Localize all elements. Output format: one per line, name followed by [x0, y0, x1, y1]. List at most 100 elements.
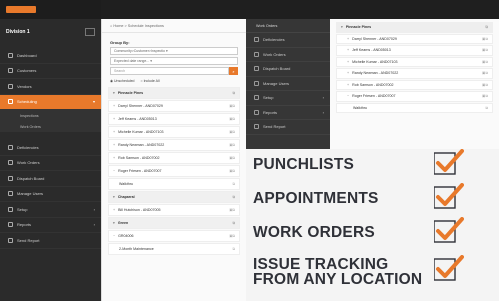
sidebar-item-scheduling[interactable]: Scheduling ▾ — [0, 94, 101, 110]
overlay-item-dispatch-board[interactable]: Dispatch Board — [246, 62, 330, 77]
vendors-icon — [8, 83, 13, 89]
radio-unscheduled[interactable]: ◉ Unscheduled — [110, 79, 134, 83]
tree-label: Bill Hutchison - AND07005 — [118, 208, 161, 212]
schedule-panel: ⌂ Home > Schedule Inspections Group By: … — [101, 19, 246, 301]
tree-row[interactable]: + Michelle Kumar - AND07103 ▣⧉ — [108, 126, 240, 138]
tree-row[interactable]: − Roger Friesen - AND07007 ▣⧉ — [336, 91, 493, 102]
tree-row[interactable]: + Rob Samson - AND07002 ▣⧉ — [108, 152, 240, 164]
open-icon[interactable]: ⧉ — [233, 221, 236, 225]
division-selector[interactable]: Division 1 — [0, 24, 101, 40]
tree-group[interactable]: ▾ Pinnacle Pines ⧉ — [108, 87, 240, 99]
row-actions-icon[interactable]: ▣⧉ — [229, 234, 235, 238]
expand-icon: + — [113, 156, 116, 160]
sidebar-subitem-inspections[interactable]: Inspections — [0, 110, 101, 121]
search-button[interactable]: ⌕ — [229, 67, 238, 75]
division-toggle-icon[interactable] — [85, 28, 95, 36]
sidebar-item-send-report[interactable]: Send Report — [0, 233, 101, 249]
expand-icon: + — [347, 59, 350, 64]
tree-subrow[interactable]: Walkthru ⧉ — [108, 178, 240, 190]
tree-row[interactable]: + Darryl Shenner - AND07029 ▣⧉ — [108, 100, 240, 112]
feature-item: WORK ORDERS — [253, 225, 375, 241]
row-actions-icon[interactable]: ▣⧉ — [482, 60, 488, 64]
collapse-icon: ▾ — [113, 195, 115, 199]
tree-label: GR04006 — [118, 234, 134, 238]
search-input[interactable]: Search — [110, 67, 229, 75]
checkmark-icon — [434, 217, 464, 243]
tree-row[interactable]: + Darryl Shenner - AND07029 ▣⧉ — [336, 33, 493, 44]
group-by-select[interactable]: Community>Customer>Inspectio ▾ — [110, 47, 238, 55]
overlay-item-manage-users[interactable]: Manage Users — [246, 77, 330, 91]
tree-row[interactable]: + Bill Hutchison - AND07005 ▣⧉ — [108, 204, 240, 216]
sidebar-item-work-orders[interactable]: Work Orders — [0, 156, 101, 171]
users-icon — [254, 80, 259, 86]
tree-group[interactable]: ▾ Chaparral ⧉ — [108, 191, 240, 203]
feature-list: PUNCHLISTS APPOINTMENTS WORK ORDERS ISSU… — [246, 149, 499, 301]
breadcrumb[interactable]: ⌂ Home > Schedule Inspections — [102, 19, 246, 33]
collapse-icon: ▾ — [341, 25, 343, 30]
brand-bar — [0, 0, 101, 19]
dashboard-icon — [8, 52, 13, 58]
row-actions-icon[interactable]: ▣⧉ — [482, 37, 488, 41]
sidebar-subitem-work-orders[interactable]: Work Orders — [0, 121, 101, 132]
open-icon[interactable]: ⧉ — [233, 195, 236, 199]
open-icon[interactable]: ⧉ — [485, 106, 488, 110]
tree-row[interactable]: + Rob Samson - AND07002 ▣⧉ — [336, 79, 493, 90]
open-icon[interactable]: ⧉ — [485, 25, 488, 29]
radio-label: Unscheduled — [114, 79, 135, 83]
chevron-down-icon: ▾ — [92, 99, 95, 105]
open-icon[interactable]: ⧉ — [233, 91, 236, 95]
tree-group[interactable]: ▾ Green ⧉ — [108, 217, 240, 229]
row-actions-icon[interactable]: ▣⧉ — [229, 130, 235, 134]
sidebar-item-deficiencies[interactable]: Deficiencies — [0, 140, 101, 156]
sidebar-item-setup[interactable]: Setup › — [0, 202, 101, 218]
row-actions-icon[interactable]: ▣⧉ — [482, 71, 488, 75]
overlay-item-reports[interactable]: Reports › — [246, 106, 330, 120]
checkmark-icon — [434, 255, 464, 281]
row-actions-icon[interactable]: ▣⧉ — [482, 83, 488, 87]
tree-row[interactable]: + Jeff Kearns - AND05013 ▣⧉ — [108, 113, 240, 125]
tree-row[interactable]: + Michelle Kumar - AND07103 ▣⧉ — [336, 56, 493, 67]
overlay-item-label: Deficiencies — [263, 37, 285, 43]
sidebar-item-vendors[interactable]: Vendors — [0, 79, 101, 95]
row-actions-icon[interactable]: ▣⧉ — [229, 208, 235, 212]
tree-label: Pinnacle Pines — [345, 25, 372, 30]
row-actions-icon[interactable]: ▣⧉ — [229, 169, 235, 173]
sidebar-item-manage-users[interactable]: Manage Users — [0, 187, 101, 202]
work-orders-icon — [8, 160, 13, 166]
row-actions-icon[interactable]: ▣⧉ — [482, 48, 488, 52]
tree-subrow[interactable]: 2-Month Maintenance ⧉ — [108, 243, 240, 255]
tree-subrow[interactable]: Walkthru ⧉ — [336, 102, 493, 113]
tree-label: Darryl Shenner - AND07029 — [118, 104, 163, 108]
overlay-item-label: Manage Users — [263, 80, 290, 86]
tree-row[interactable]: − Roger Friesen - AND07007 ▣⧉ — [108, 165, 240, 177]
overlay-item-send-report[interactable]: Send Report — [246, 120, 330, 135]
tree-row[interactable]: + Randy Newman - AND07022 ▣⧉ — [108, 139, 240, 151]
overlay-item-deficiencies[interactable]: Deficiencies — [246, 33, 330, 48]
expand-icon: + — [347, 82, 350, 87]
tree-row[interactable]: + Jeff Kearns - AND05013 ▣⧉ — [336, 45, 493, 56]
overlay-sidebar-header[interactable]: Work Orders — [246, 19, 330, 33]
sidebar-item-dispatch-board[interactable]: Dispatch Board — [0, 171, 101, 187]
overlay-item-work-orders[interactable]: Work Orders — [246, 48, 330, 62]
tree-label: Rob Samson - AND07002 — [352, 82, 394, 87]
sidebar-item-reports[interactable]: Reports › — [0, 218, 101, 233]
open-icon[interactable]: ⧉ — [233, 182, 236, 186]
radio-include-all[interactable]: ○ Include All — [140, 79, 159, 83]
tree-row[interactable]: + Randy Newman - AND07022 ▣⧉ — [336, 68, 493, 79]
tree-group[interactable]: ▾ Pinnacle Pines ⧉ — [336, 22, 493, 33]
date-range-select[interactable]: Expected date range... ▾ — [110, 57, 238, 65]
row-actions-icon[interactable]: ▣⧉ — [229, 117, 235, 121]
row-actions-icon[interactable]: ▣⧉ — [229, 104, 235, 108]
sidebar-item-dashboard[interactable]: Dashboard — [0, 48, 101, 64]
row-actions-icon[interactable]: ▣⧉ — [229, 156, 235, 160]
sidebar-item-label: Dashboard — [17, 52, 37, 58]
tree-row[interactable]: − GR04006 ▣⧉ — [108, 230, 240, 242]
row-actions-icon[interactable]: ▣⧉ — [229, 143, 235, 147]
sidebar-item-label: Customers — [17, 68, 37, 74]
overlay-item-setup[interactable]: Setup › — [246, 91, 330, 106]
sidebar-item-label: Reports — [17, 222, 32, 228]
feature-item: ISSUE TRACKING FROM ANY LOCATION — [253, 257, 422, 288]
open-icon[interactable]: ⧉ — [233, 247, 236, 251]
sidebar-item-customers[interactable]: Customers — [0, 64, 101, 79]
row-actions-icon[interactable]: ▣⧉ — [482, 94, 488, 98]
